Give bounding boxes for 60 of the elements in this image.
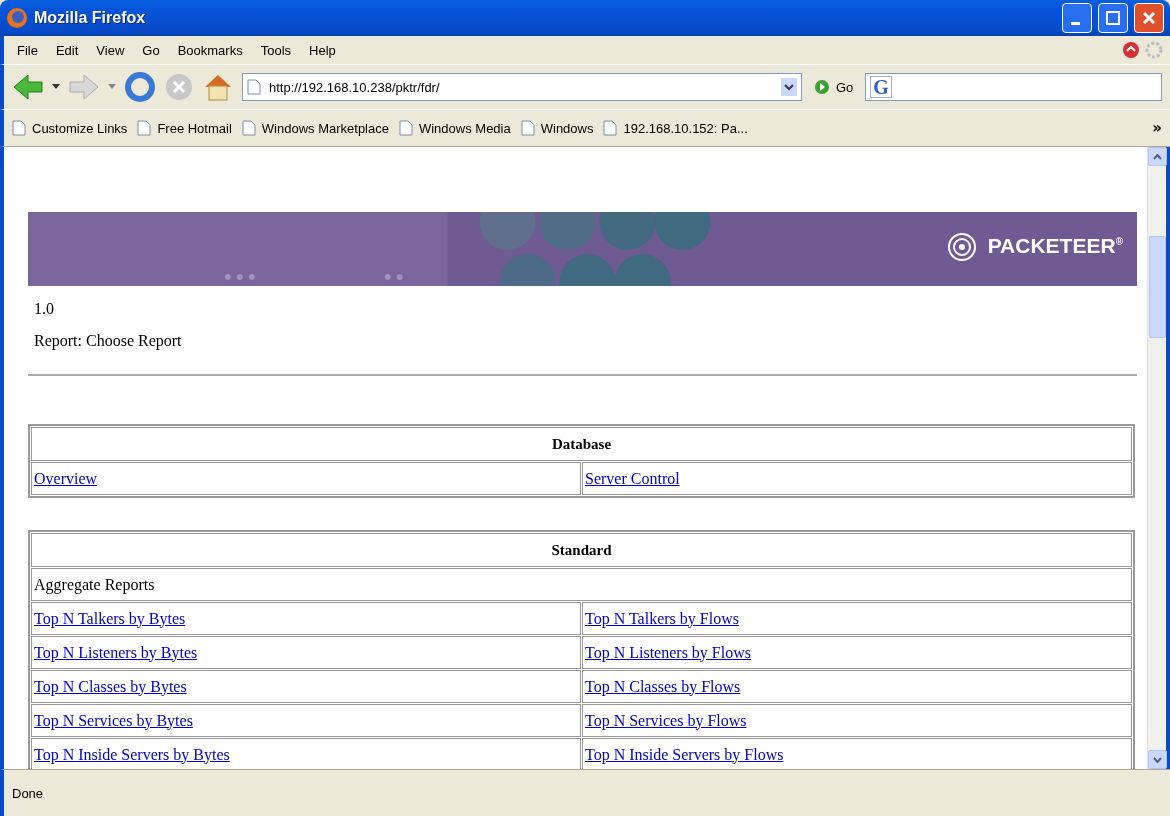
page-icon: [241, 120, 256, 136]
bookmark-link[interactable]: Customize Links: [32, 120, 128, 136]
play-icon: [814, 79, 830, 95]
bookmark-link[interactable]: Windows Marketplace: [261, 120, 389, 136]
throbber-icon: [1144, 40, 1164, 60]
menu-item[interactable]: Edit: [48, 40, 86, 60]
page-icon: [137, 120, 152, 136]
menu-item[interactable]: Help: [302, 40, 343, 60]
report-link[interactable]: Top N Services by Flows: [585, 711, 747, 729]
report-link[interactable]: Top N Listeners by Flows: [585, 643, 751, 661]
dropdown-icon[interactable]: [781, 78, 797, 96]
menu-item[interactable]: Bookmarks: [170, 40, 250, 60]
overflow-button[interactable]: »: [1152, 119, 1162, 137]
alert-icon: [1122, 41, 1140, 59]
back-icon[interactable]: [12, 73, 44, 101]
scrollbar-thumb[interactable]: [1148, 236, 1166, 338]
menu-item[interactable]: File: [10, 40, 45, 60]
report-link[interactable]: Top N Talkers by Flows: [585, 609, 739, 627]
table-header: Standard: [31, 533, 1132, 567]
page-icon: [603, 120, 618, 136]
search-field[interactable]: G: [865, 73, 1162, 101]
caret-icon[interactable]: [52, 84, 60, 90]
page-icon: [398, 120, 413, 136]
report-link[interactable]: Top N Talkers by Bytes: [34, 609, 186, 627]
close-icon: [1142, 11, 1156, 25]
page-icon: [520, 120, 535, 136]
report-link[interactable]: Overview: [34, 469, 98, 487]
page-heading: Report: Choose Report: [34, 332, 183, 350]
firefox-icon: [6, 7, 28, 29]
section-label: Aggregate Reports: [31, 568, 1132, 601]
bookmark-link[interactable]: Windows Media: [418, 120, 511, 136]
page-icon: [12, 120, 26, 136]
go-button[interactable]: Go: [810, 79, 858, 95]
address-field[interactable]: http://192.168.10.238/pktr/fdr/: [242, 73, 802, 101]
spiral-logo-icon: [947, 232, 977, 262]
minimize-icon: [1070, 21, 1080, 25]
maximize-button[interactable]: [1098, 3, 1128, 33]
scroll-down-button[interactable]: [1147, 750, 1167, 769]
report-link[interactable]: Top N Classes by Bytes: [34, 677, 187, 695]
maximize-icon: [1106, 11, 1120, 25]
minimize-button[interactable]: [1062, 3, 1092, 33]
close-button[interactable]: [1134, 3, 1164, 33]
window-title: Mozilla Firefox: [34, 9, 147, 27]
logo-text: PACKETEER$^{®}$: [987, 234, 1123, 258]
menu-item[interactable]: Tools: [253, 40, 299, 60]
bookmark-link[interactable]: Windows: [540, 120, 594, 136]
menu-item[interactable]: View: [89, 40, 132, 60]
reload-icon[interactable]: [124, 71, 156, 103]
report-link[interactable]: Server Control: [585, 469, 680, 487]
bookmark-link[interactable]: Free Hotmail: [157, 120, 232, 136]
menu-item[interactable]: Go: [135, 40, 167, 60]
report-link[interactable]: Top N Classes by Flows: [585, 677, 741, 695]
scroll-up-button[interactable]: [1147, 147, 1167, 166]
report-link[interactable]: Top N Services by Bytes: [34, 711, 193, 729]
status-text: Done: [12, 785, 44, 801]
table-header: Database: [31, 427, 1132, 461]
version-text: 1.0: [34, 300, 55, 318]
report-link[interactable]: Top N Listeners by Bytes: [34, 643, 198, 661]
page-icon: [247, 79, 261, 95]
bookmark-link[interactable]: 192.168.10.152: Pa...: [623, 120, 748, 136]
